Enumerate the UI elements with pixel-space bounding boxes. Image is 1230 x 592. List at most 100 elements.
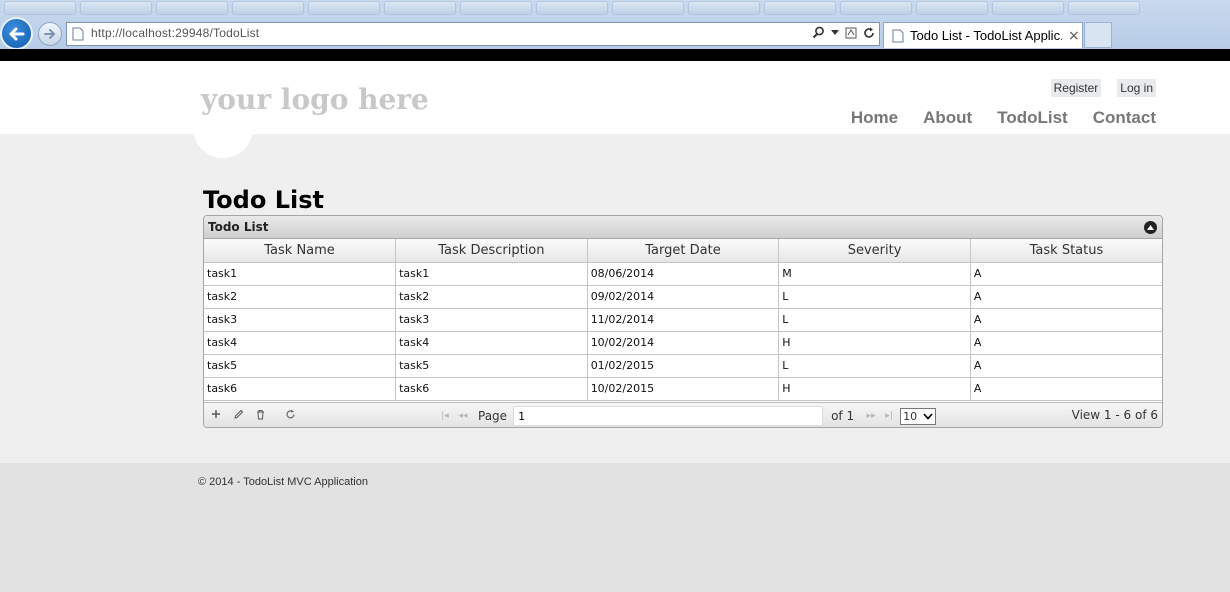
- background-tab[interactable]: [764, 1, 836, 15]
- address-bar[interactable]: http://localhost:29948/TodoList: [66, 22, 880, 46]
- site-header: your logo here Register Log in Home Abou…: [0, 61, 1230, 134]
- rows-per-page-value: 10: [903, 409, 918, 423]
- table-row[interactable]: task2 task2 09/02/2014 L A: [204, 285, 1162, 309]
- nav-home[interactable]: Home: [851, 108, 898, 128]
- cell-task-status: A: [970, 354, 1162, 378]
- chevron-down-icon: [923, 412, 933, 420]
- grid-table: Task Name Task Description Target Date S…: [204, 239, 1162, 401]
- back-icon: [9, 27, 24, 40]
- page-body: Todo List Todo List Task Name Task Descr…: [0, 134, 1230, 463]
- cell-task-description: task6: [395, 377, 588, 401]
- page-count: of 1: [831, 409, 855, 423]
- background-tab[interactable]: [4, 1, 76, 15]
- cell-task-status: A: [970, 377, 1162, 401]
- delete-icon[interactable]: [254, 408, 266, 420]
- cell-severity: H: [778, 377, 971, 401]
- table-row[interactable]: task5 task5 01/02/2015 L A: [204, 354, 1162, 378]
- cell-target-date: 09/02/2014: [587, 285, 780, 309]
- background-tab[interactable]: [916, 1, 988, 15]
- nav-contact[interactable]: Contact: [1093, 108, 1156, 128]
- background-tab[interactable]: [1068, 1, 1140, 15]
- edit-icon[interactable]: [232, 408, 244, 420]
- url-host: http://localhost: [91, 26, 172, 40]
- collapse-button[interactable]: [1144, 221, 1157, 234]
- site-logo[interactable]: your logo here: [201, 83, 429, 116]
- cell-severity: L: [778, 354, 971, 378]
- col-header-target-date[interactable]: Target Date: [587, 239, 780, 263]
- background-tab[interactable]: [232, 1, 304, 15]
- cell-task-description: task4: [395, 331, 588, 355]
- cell-task-description: task1: [395, 262, 588, 286]
- cell-task-description: task5: [395, 354, 588, 378]
- grid-pager: |◂ ◂◂ Page of 1 ▸▸ ▸| 10 View 1 - 6 of 6: [204, 402, 1162, 427]
- page-label: Page: [478, 409, 508, 423]
- page-icon: [892, 29, 904, 42]
- cell-task-name: task3: [204, 308, 397, 332]
- compatibility-icon[interactable]: [845, 27, 857, 39]
- login-links: Register Log in: [1050, 79, 1156, 97]
- page-number-input[interactable]: [513, 406, 824, 426]
- cell-task-name: task4: [204, 331, 397, 355]
- first-page-icon[interactable]: |◂: [438, 411, 452, 421]
- background-tab[interactable]: [308, 1, 380, 15]
- last-page-icon[interactable]: ▸|: [882, 411, 896, 421]
- cell-target-date: 10/02/2015: [587, 377, 780, 401]
- active-tab[interactable]: Todo List - TodoList Applic... ×: [883, 22, 1083, 48]
- close-icon[interactable]: ×: [1068, 28, 1080, 44]
- prev-page-icon[interactable]: ◂◂: [456, 411, 470, 421]
- background-tab[interactable]: [80, 1, 152, 15]
- url-path: :29948/TodoList: [171, 26, 260, 40]
- cell-task-status: A: [970, 262, 1162, 286]
- cell-task-name: task6: [204, 377, 397, 401]
- refresh-icon[interactable]: [863, 27, 875, 39]
- cell-severity: H: [778, 331, 971, 355]
- next-page-icon[interactable]: ▸▸: [864, 411, 878, 421]
- pager-nav: |◂ ◂◂ Page of 1 ▸▸ ▸| 10: [438, 406, 937, 426]
- reload-icon[interactable]: [284, 408, 296, 420]
- page-title: Todo List: [203, 186, 324, 214]
- search-icon[interactable]: [812, 26, 825, 39]
- table-row[interactable]: task3 task3 11/02/2014 L A: [204, 308, 1162, 332]
- col-header-severity[interactable]: Severity: [778, 239, 971, 263]
- nav-todolist[interactable]: TodoList: [997, 108, 1068, 128]
- background-tab[interactable]: [612, 1, 684, 15]
- background-tab[interactable]: [536, 1, 608, 15]
- col-header-task-description[interactable]: Task Description: [395, 239, 588, 263]
- col-header-task-name[interactable]: Task Name: [204, 239, 397, 263]
- background-tabs: [0, 0, 1230, 18]
- rows-per-page-select[interactable]: 10: [900, 407, 937, 425]
- view-records-info: View 1 - 6 of 6: [1071, 408, 1158, 422]
- grid-header-row: Task Name Task Description Target Date S…: [204, 239, 1162, 263]
- table-row[interactable]: task4 task4 10/02/2014 H A: [204, 331, 1162, 355]
- background-tab[interactable]: [992, 1, 1064, 15]
- cell-target-date: 08/06/2014: [587, 262, 780, 286]
- cell-target-date: 10/02/2014: [587, 331, 780, 355]
- nav-about[interactable]: About: [923, 108, 972, 128]
- background-tab[interactable]: [460, 1, 532, 15]
- col-header-task-status[interactable]: Task Status: [970, 239, 1162, 263]
- background-tab[interactable]: [384, 1, 456, 15]
- cell-task-status: A: [970, 308, 1162, 332]
- forward-button[interactable]: [38, 22, 62, 46]
- back-button[interactable]: [0, 17, 33, 50]
- cell-target-date: 11/02/2014: [587, 308, 780, 332]
- chevron-down-icon[interactable]: [831, 29, 839, 36]
- register-link[interactable]: Register: [1050, 79, 1102, 97]
- add-icon[interactable]: [210, 408, 222, 420]
- cell-severity: L: [778, 308, 971, 332]
- table-row[interactable]: task1 task1 08/06/2014 M A: [204, 262, 1162, 286]
- table-row[interactable]: task6 task6 10/02/2015 H A: [204, 377, 1162, 401]
- grid-caption-text: Todo List: [208, 220, 269, 234]
- cell-task-status: A: [970, 285, 1162, 309]
- cell-severity: M: [778, 262, 971, 286]
- background-tab[interactable]: [156, 1, 228, 15]
- background-tab[interactable]: [688, 1, 760, 15]
- cell-task-status: A: [970, 331, 1162, 355]
- address-tools: [812, 26, 875, 39]
- cell-task-name: task1: [204, 262, 397, 286]
- cell-task-name: task5: [204, 354, 397, 378]
- browser-chrome: http://localhost:29948/TodoList Todo Lis…: [0, 0, 1230, 52]
- background-tab[interactable]: [840, 1, 912, 15]
- login-link[interactable]: Log in: [1117, 79, 1156, 97]
- new-tab-button[interactable]: [1084, 22, 1112, 48]
